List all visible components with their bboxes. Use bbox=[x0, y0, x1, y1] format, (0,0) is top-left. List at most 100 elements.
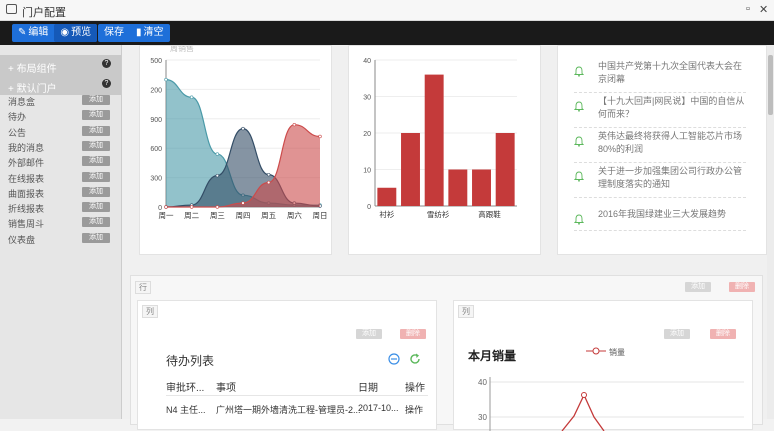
sidebar-item[interactable]: 仪表盘 添加 bbox=[0, 231, 121, 246]
sidebar-add-button[interactable]: 添加 bbox=[82, 217, 110, 228]
window-title: 门户配置 bbox=[22, 7, 66, 19]
table-cell: N4 主任... bbox=[166, 405, 206, 415]
announcement-text: 【十九大回声|网民说】中国的自信从何而来？ bbox=[598, 96, 745, 119]
sidebar-item[interactable]: 在线报表 添加 bbox=[0, 170, 121, 185]
restore-icon[interactable]: ▫ bbox=[746, 3, 750, 15]
sidebar-item[interactable]: 待办 添加 bbox=[0, 108, 121, 123]
sidebar-add-button[interactable]: 添加 bbox=[82, 95, 110, 105]
x-tick-label: 雪纺衫 bbox=[427, 209, 450, 219]
table-cell: 2017-10... bbox=[358, 403, 399, 413]
todo-col-header: 日期 bbox=[358, 383, 378, 394]
y-tick-label: 200 bbox=[150, 87, 162, 94]
refresh-icon[interactable] bbox=[409, 353, 421, 365]
save-button[interactable]: 保存 bbox=[98, 24, 130, 42]
sidebar-add-button[interactable]: 添加 bbox=[82, 202, 110, 213]
clear-button[interactable]: ▮ 清空 bbox=[130, 24, 170, 42]
sales-line-chart bbox=[489, 377, 744, 431]
sidebar-add-button[interactable]: 添加 bbox=[82, 125, 110, 136]
sidebar-add-button[interactable]: 添加 bbox=[82, 171, 110, 182]
portal-canvas: 周销售 500 200 900 600 300 0 周一 周二 周三 周四 周五 周六 周日 40 30 20… bbox=[122, 43, 774, 431]
sidebar-item[interactable]: 曲面报表 添加 bbox=[0, 185, 121, 200]
sidebar-header-label: + 布局组件 bbox=[8, 64, 57, 75]
sidebar-item-label: 消息盒 bbox=[8, 97, 36, 107]
save-label: 保存 bbox=[104, 27, 124, 38]
y-tick-label: 10 bbox=[363, 168, 371, 175]
area-chart-card: 周销售 500 200 900 600 300 0 周一 周二 周三 周四 周五 周六 周日 bbox=[139, 43, 332, 255]
x-tick-label: 周五 bbox=[261, 211, 276, 220]
bar bbox=[472, 169, 491, 206]
y-tick-label: 0 bbox=[367, 204, 371, 211]
help-icon[interactable]: ? bbox=[102, 59, 111, 68]
sidebar-add-button[interactable]: 添加 bbox=[82, 186, 110, 197]
sidebar-header-layout[interactable]: + 布局组件 ? bbox=[0, 55, 121, 75]
help-icon[interactable]: ? bbox=[102, 79, 111, 88]
sidebar-item[interactable]: 消息盒 添加 bbox=[0, 93, 121, 108]
announcement-text: 中国共产党第十九次全国代表大会在京闭幕 bbox=[598, 61, 743, 84]
announcement-card: 中国共产党第十九次全国代表大会在京闭幕 【十九大回声|网民说】中国的自信从何而来？… bbox=[557, 45, 767, 255]
sidebar-item[interactable]: 公告 添加 bbox=[0, 124, 121, 139]
sidebar-add-button[interactable]: 添加 bbox=[82, 140, 110, 151]
layout-row: 行 添加 删除 列 添加 删除 待办列表 审批环... 事项 日期 操作 N4 … bbox=[130, 275, 763, 431]
announcement-item[interactable]: 【十九大回声|网民说】中国的自信从何而来？ bbox=[574, 93, 746, 128]
preview-button[interactable]: ◉ 预览 bbox=[54, 24, 98, 42]
row-tag: 行 bbox=[135, 281, 151, 294]
bar-chart: 40 30 20 10 0 衬衫 雪纺衫 高跟鞋 bbox=[363, 58, 517, 219]
column-delete-button[interactable]: 删除 bbox=[400, 329, 426, 339]
bell-icon bbox=[574, 101, 584, 112]
todo-col-header: 审批环... bbox=[166, 383, 205, 394]
announcement-item[interactable]: 中国共产党第十九次全国代表大会在京闭幕 bbox=[574, 58, 746, 93]
edit-button[interactable]: ✎ 编辑 bbox=[12, 24, 54, 42]
bar-chart-card: 40 30 20 10 0 衬衫 雪纺衫 高跟鞋 bbox=[348, 45, 541, 255]
x-tick-label: 周一 bbox=[159, 211, 174, 220]
sidebar-item[interactable]: 折线报表 添加 bbox=[0, 200, 121, 215]
x-tick-label: 周二 bbox=[184, 211, 199, 220]
edit-icon: ✎ bbox=[18, 27, 27, 38]
todo-title: 待办列表 bbox=[166, 354, 215, 368]
area-point bbox=[318, 134, 322, 139]
sidebar-item-label: 销售周斗 bbox=[8, 219, 45, 230]
x-tick-label: 周六 bbox=[287, 210, 302, 220]
announcement-text: 关于进一步加强集团公司行政办公管理制度落实的通知 bbox=[598, 166, 743, 189]
column-add-button[interactable]: 添加 bbox=[356, 329, 382, 339]
scrollbar-thumb[interactable] bbox=[768, 55, 773, 115]
sidebar-item[interactable]: 外部邮件 添加 bbox=[0, 154, 121, 169]
toolbar: ✎ 编辑 ◉ 预览 保存 ▮ 清空 bbox=[0, 21, 774, 45]
area-point bbox=[164, 77, 168, 82]
mode-toggle-group: ✎ 编辑 ◉ 预览 bbox=[12, 24, 98, 42]
row-delete-button[interactable]: 删除 bbox=[729, 282, 755, 292]
area-point bbox=[241, 126, 245, 131]
y-tick-label: 20 bbox=[363, 131, 371, 138]
area-point bbox=[189, 95, 194, 99]
y-tick-label: 40 bbox=[363, 58, 371, 65]
row-add-button[interactable]: 添加 bbox=[685, 282, 711, 292]
area-point bbox=[164, 205, 168, 209]
scrollbar[interactable] bbox=[767, 45, 774, 419]
sidebar-header-default[interactable]: + 默认门户 ? bbox=[0, 75, 121, 95]
announcement-text: 英伟达最终将获得人工智能芯片市场80%的利润 bbox=[598, 131, 743, 154]
sidebar-item[interactable]: 我的消息 添加 bbox=[0, 139, 121, 154]
area-point bbox=[266, 172, 271, 177]
area-point bbox=[292, 122, 297, 127]
sidebar-add-button[interactable]: 添加 bbox=[82, 232, 110, 243]
area-point bbox=[189, 205, 194, 209]
sidebar-item-label: 在线报表 bbox=[8, 173, 45, 184]
column-tag: 列 bbox=[142, 305, 158, 318]
area-point bbox=[215, 205, 220, 209]
todo-action-link[interactable]: 操作 bbox=[405, 403, 423, 416]
announcement-item[interactable]: 英伟达最终将获得人工智能芯片市场80%的利润 bbox=[574, 128, 746, 163]
sales-series-line bbox=[561, 393, 605, 431]
sidebar-add-button[interactable]: 添加 bbox=[82, 110, 110, 121]
announcement-item[interactable]: 关于进一步加强集团公司行政办公管理制度落实的通知 bbox=[574, 163, 746, 198]
bar bbox=[448, 169, 468, 206]
sidebar-add-button[interactable]: 添加 bbox=[82, 156, 110, 167]
bar bbox=[377, 187, 397, 206]
sidebar-item[interactable]: 销售周斗 添加 bbox=[0, 215, 121, 230]
close-icon[interactable]: ✕ bbox=[759, 3, 768, 16]
todo-col-header: 操作 bbox=[405, 383, 425, 394]
sidebar-header-text: 布局组件 bbox=[16, 64, 57, 75]
sidebar-item-label: 仪表盘 bbox=[8, 234, 36, 245]
announcement-item[interactable]: 2016年我国绿建业三大发展趋势 bbox=[574, 206, 746, 231]
x-tick-label: 周三 bbox=[210, 211, 225, 220]
collapse-icon[interactable] bbox=[388, 353, 400, 365]
preview-label: 预览 bbox=[71, 27, 92, 38]
